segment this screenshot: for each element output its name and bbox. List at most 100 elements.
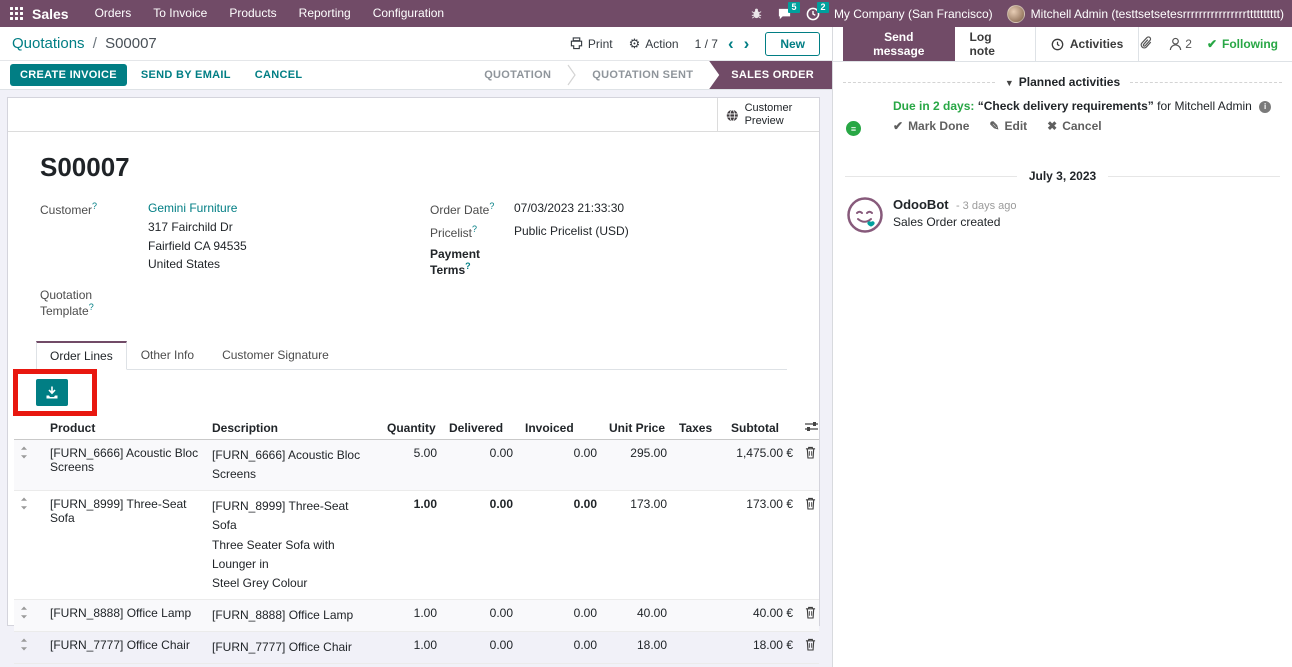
pager-next-icon[interactable]: › — [744, 35, 750, 52]
delete-line-icon[interactable] — [805, 446, 816, 462]
col-taxes[interactable]: Taxes — [673, 417, 725, 440]
order-date-label: Order Date? — [430, 201, 514, 217]
paperclip-icon — [1139, 35, 1154, 51]
clock-icon — [1051, 38, 1064, 51]
log-note-tab[interactable]: Log note — [955, 27, 1035, 61]
order-line-row[interactable]: [FURN_8999] Three-Seat Sofa [FURN_8999] … — [14, 491, 819, 600]
order-line-row[interactable]: [FURN_8888] Office Lamp [FURN_8888] Offi… — [14, 600, 819, 632]
import-records-button[interactable] — [36, 379, 68, 406]
debug-icon[interactable] — [750, 7, 763, 20]
globe-icon — [726, 107, 739, 124]
mark-done-button[interactable]: ✔Mark Done — [893, 119, 969, 133]
info-icon[interactable]: i — [1259, 101, 1271, 113]
order-line-row[interactable]: [FURN_7777] Office Chair [FURN_7777] Off… — [14, 632, 819, 664]
new-button[interactable]: New — [765, 32, 820, 56]
menu-orders[interactable]: Orders — [85, 0, 142, 27]
cancel-button[interactable]: CANCEL — [245, 64, 313, 86]
drag-handle-icon[interactable] — [20, 446, 28, 462]
menu-reporting[interactable]: Reporting — [289, 0, 361, 27]
notebook-tabs: Order Lines Other Info Customer Signatur… — [36, 341, 787, 370]
delete-line-icon[interactable] — [805, 638, 816, 654]
printer-icon — [570, 37, 583, 50]
col-quantity[interactable]: Quantity — [381, 417, 443, 440]
pager-previous-icon[interactable]: ‹ — [728, 35, 734, 52]
followers-person-icon — [1169, 37, 1182, 51]
activity-due: Due in 2 days: — [893, 99, 974, 113]
col-invoiced[interactable]: Invoiced — [519, 417, 603, 440]
stage-quotation-sent[interactable]: QUOTATION SENT — [576, 61, 709, 89]
col-description[interactable]: Description — [206, 417, 381, 440]
menu-to-invoice[interactable]: To Invoice — [143, 0, 217, 27]
col-product[interactable]: Product — [44, 417, 206, 440]
tab-order-lines[interactable]: Order Lines — [36, 341, 127, 370]
customer-label: Customer? — [40, 201, 148, 274]
followers-button[interactable]: 2 — [1169, 37, 1192, 51]
activity-assignee: for Mitchell Admin — [1157, 99, 1252, 113]
caret-down-icon: ▼ — [1005, 78, 1014, 88]
col-subtotal[interactable]: Subtotal — [725, 417, 799, 440]
cancel-activity-button[interactable]: ✖Cancel — [1047, 119, 1101, 133]
drag-handle-icon[interactable] — [20, 606, 28, 622]
activities-clock-icon[interactable]: 2 — [806, 7, 820, 21]
drag-handle-icon[interactable] — [20, 638, 28, 654]
message-timestamp: - 3 days ago — [956, 200, 1017, 212]
breadcrumb-quotations[interactable]: Quotations — [12, 35, 85, 52]
statusbar: CREATE INVOICE SEND BY EMAIL CANCEL QUOT… — [0, 60, 832, 90]
chatter-panel: Send message Log note Activities 2 ✔ Fol… — [833, 27, 1292, 667]
col-unit-price[interactable]: Unit Price — [603, 417, 673, 440]
gear-icon: ⚙ — [629, 36, 641, 52]
activity-type-badge-icon: ≡ — [845, 120, 862, 137]
message-author[interactable]: OdooBot — [893, 197, 949, 212]
attachments-button[interactable] — [1139, 35, 1154, 54]
print-button[interactable]: Print — [570, 37, 613, 51]
stage-chevron-icon — [567, 61, 576, 89]
create-invoice-button[interactable]: CREATE INVOICE — [10, 64, 127, 86]
x-icon: ✖ — [1047, 119, 1057, 133]
customer-preview-button[interactable]: Customer Preview — [717, 98, 819, 132]
messages-icon[interactable]: 5 — [777, 7, 792, 21]
send-message-button[interactable]: Send message — [843, 27, 955, 61]
tab-other-info[interactable]: Other Info — [127, 341, 208, 370]
stage-sales-order[interactable]: SALES ORDER — [709, 61, 832, 89]
delete-line-icon[interactable] — [805, 497, 816, 513]
action-button[interactable]: ⚙ Action — [629, 36, 679, 52]
apps-menu-icon[interactable] — [10, 7, 23, 20]
order-date-value[interactable]: 07/03/2023 21:33:30 — [514, 201, 624, 217]
form-sheet: Customer Preview S00007 Customer? Gemini… — [7, 97, 820, 626]
breadcrumb: Quotations / S00007 — [12, 35, 157, 52]
order-line-row[interactable]: [FURN_6666] Acoustic Bloc Screens [FURN_… — [14, 439, 819, 490]
user-menu[interactable]: Mitchell Admin (testtsetsetesrrrrrrrrrrr… — [1007, 5, 1284, 23]
user-avatar — [1007, 5, 1025, 23]
stage-quotation[interactable]: QUOTATION — [468, 61, 567, 89]
activities-tab[interactable]: Activities — [1035, 27, 1139, 61]
quotation-template-label: Quotation Template? — [40, 288, 148, 318]
payment-terms-label: Payment Terms? — [430, 247, 514, 277]
pager-value: 1 / 7 — [695, 37, 718, 51]
send-by-email-button[interactable]: SEND BY EMAIL — [131, 64, 241, 86]
user-name: Mitchell Admin (testtsetsetesrrrrrrrrrrr… — [1031, 7, 1284, 21]
company-switcher[interactable]: My Company (San Francisco) — [834, 7, 993, 21]
following-button[interactable]: ✔ Following — [1207, 37, 1278, 51]
activities-badge: 2 — [817, 2, 829, 13]
menu-products[interactable]: Products — [219, 0, 286, 27]
followers-count: 2 — [1185, 37, 1192, 51]
pricelist-value[interactable]: Public Pricelist (USD) — [514, 224, 629, 240]
breadcrumb-current: S00007 — [105, 35, 157, 52]
tab-customer-signature[interactable]: Customer Signature — [208, 341, 343, 370]
sheet-background: Customer Preview S00007 Customer? Gemini… — [0, 90, 832, 667]
order-reference: S00007 — [40, 152, 787, 183]
edit-activity-button[interactable]: ✎Edit — [989, 119, 1027, 133]
date-separator: July 3, 2023 — [845, 169, 1280, 183]
delete-line-icon[interactable] — [805, 606, 816, 622]
planned-activities-toggle[interactable]: ▼Planned activities — [995, 75, 1130, 89]
menu-configuration[interactable]: Configuration — [363, 0, 454, 27]
pricelist-label: Pricelist? — [430, 224, 514, 240]
customer-link[interactable]: Gemini Furniture — [148, 201, 237, 215]
optional-columns-icon[interactable] — [799, 417, 819, 440]
odoobot-avatar — [847, 197, 883, 233]
form-view-pane: Quotations / S00007 Print ⚙ Action 1 / 7… — [0, 27, 833, 667]
col-delivered[interactable]: Delivered — [443, 417, 519, 440]
drag-handle-icon[interactable] — [20, 497, 28, 513]
check-icon: ✔ — [1207, 37, 1217, 51]
app-name[interactable]: Sales — [32, 6, 69, 22]
